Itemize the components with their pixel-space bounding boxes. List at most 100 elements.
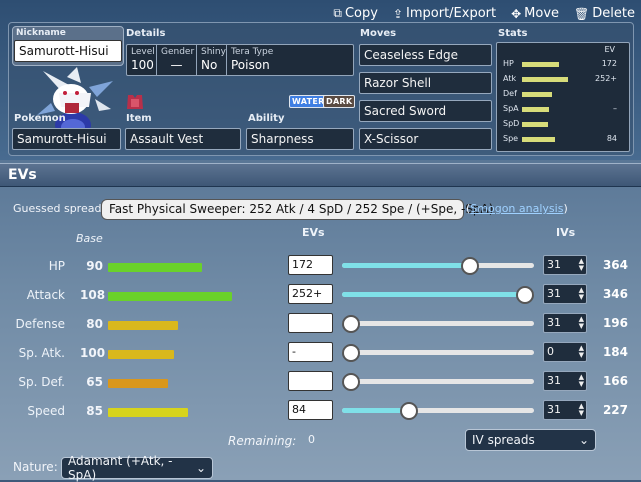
ability-input[interactable]: Sharpness — [246, 128, 354, 150]
tera-type-label: Tera Type — [231, 47, 274, 57]
stat-name: Sp. Atk. — [18, 346, 65, 360]
iv-input[interactable]: 31 ▲ ▼ — [543, 400, 587, 420]
move-3-input[interactable]: Sacred Sword — [359, 100, 492, 122]
ev-slider[interactable] — [342, 402, 534, 420]
smogon-paren-close: ) — [563, 202, 568, 215]
type-badge-water: WATER — [289, 95, 328, 108]
stat-summary-name: Spe — [503, 134, 519, 143]
base-stat-bar — [108, 321, 178, 330]
evs-column-header: EVs — [302, 226, 325, 239]
stat-summary-row: Atk 252+ — [497, 72, 631, 86]
stat-summary-bar — [522, 122, 548, 127]
shiny-label: Shiny — [201, 47, 226, 57]
assault-vest-item-icon — [127, 95, 143, 109]
spinner-icon[interactable]: ▲ ▼ — [579, 403, 584, 417]
ev-slider-handle[interactable] — [461, 257, 479, 275]
iv-input[interactable]: 31 ▲ ▼ — [543, 284, 587, 304]
import-export-button[interactable]: ⇪ Import/Export — [393, 6, 496, 21]
iv-input[interactable]: 31 ▲ ▼ — [543, 255, 587, 275]
base-stat-value: 65 — [86, 375, 103, 389]
pokemon-input[interactable]: Samurott-Hisui — [12, 128, 121, 150]
stat-row: Speed 85 84 31 ▲ ▼ 227 — [0, 398, 641, 427]
ev-input[interactable]: - — [288, 342, 333, 362]
smogon-analysis-link[interactable]: Smogon analysis — [470, 202, 563, 215]
spinner-icon[interactable]: ▲ ▼ — [579, 287, 584, 301]
iv-input[interactable]: 31 ▲ ▼ — [543, 313, 587, 333]
move-2-input[interactable]: Razor Shell — [359, 72, 492, 94]
ev-slider-handle[interactable] — [400, 402, 418, 420]
stat-summary-bar — [522, 62, 559, 67]
nickname-input[interactable]: Samurott-Hisui — [14, 40, 122, 62]
evs-panel-header: EVs — [0, 163, 641, 187]
ev-slider[interactable] — [342, 344, 534, 362]
stat-row: Sp. Atk. 100 - 0 ▲ ▼ 184 — [0, 340, 641, 369]
ev-slider-handle[interactable] — [342, 373, 360, 391]
chevron-down-icon: ⌄ — [195, 461, 206, 475]
guessed-spread-select[interactable]: Fast Physical Sweeper: 252 Atk / 4 SpD /… — [101, 199, 493, 220]
ev-input[interactable]: 252+ — [288, 284, 333, 304]
item-label: Item — [126, 113, 152, 124]
iv-input[interactable]: 31 ▲ ▼ — [543, 371, 587, 391]
spinner-icon[interactable]: ▲ ▼ — [579, 345, 584, 359]
ev-slider-handle[interactable] — [342, 344, 360, 362]
pokemon-set-box: Nickname Samurott-Hisui Details Level 10… — [8, 22, 634, 156]
stat-row: HP 90 172 31 ▲ ▼ 364 — [0, 253, 641, 282]
ev-slider[interactable] — [342, 373, 534, 391]
ability-label: Ability — [248, 113, 285, 124]
iv-value: 31 — [547, 403, 561, 416]
ev-input[interactable] — [288, 313, 333, 333]
ev-slider-fill — [342, 263, 470, 268]
smogon-analysis-wrapper: (Smogon analysis) — [466, 202, 568, 215]
nature-select[interactable]: Adamant (+Atk, -SpA) ⌄ — [61, 454, 213, 482]
stat-name: Defense — [15, 317, 65, 331]
spinner-icon[interactable]: ▲ ▼ — [579, 374, 584, 388]
move-4-input[interactable]: X-Scissor — [359, 128, 492, 150]
delete-button[interactable]: 🗑 Delete — [574, 6, 635, 21]
shiny-cell: Shiny No — [197, 45, 227, 75]
base-stat-value: 80 — [86, 317, 103, 331]
iv-value: 31 — [547, 374, 561, 387]
move-button[interactable]: ✥ Move — [511, 6, 559, 21]
stat-total: 166 — [602, 374, 628, 388]
ev-slider-fill — [342, 408, 409, 413]
stat-name: Sp. Def. — [18, 375, 65, 389]
evs-panel-title: EVs — [8, 167, 37, 183]
item-input[interactable]: Assault Vest — [125, 128, 241, 150]
spinner-icon[interactable]: ▲ ▼ — [579, 258, 584, 272]
stat-total: 346 — [602, 287, 628, 301]
type-badge-dark: DARK — [323, 95, 356, 108]
stat-summary-ev: 172 — [601, 59, 617, 68]
ev-slider[interactable] — [342, 257, 534, 275]
stat-name: Speed — [27, 404, 65, 418]
ev-input[interactable]: 84 — [288, 400, 333, 420]
level-label: Level — [131, 47, 155, 57]
iv-value: 0 — [547, 345, 554, 358]
base-column-header: Base — [76, 232, 103, 245]
spinner-icon[interactable]: ▲ ▼ — [579, 316, 584, 330]
delete-label: Delete — [592, 6, 635, 21]
iv-spreads-select[interactable]: IV spreads ⌄ — [465, 429, 596, 451]
ev-slider-handle[interactable] — [342, 315, 360, 333]
stats-summary-button[interactable]: EV HP 172 Atk 252+ Def SpA – SpD Spe 84 — [496, 42, 630, 152]
stat-summary-ev: 252+ — [595, 74, 617, 83]
iv-input[interactable]: 0 ▲ ▼ — [543, 342, 587, 362]
base-stat-bar — [108, 408, 188, 417]
move-1-input[interactable]: Ceaseless Edge — [359, 44, 492, 66]
nature-value: Adamant (+Atk, -SpA) — [68, 454, 173, 482]
ev-slider[interactable] — [342, 315, 534, 333]
stat-summary-ev: 84 — [606, 134, 617, 143]
stat-total: 364 — [602, 258, 628, 272]
details-label: Details — [126, 28, 166, 39]
ev-slider[interactable] — [342, 286, 534, 304]
stat-summary-name: SpA — [503, 104, 519, 113]
copy-button[interactable]: ⧉ Copy — [333, 6, 378, 21]
ev-slider-handle[interactable] — [516, 286, 534, 304]
details-box[interactable]: Level 100 Gender — Shiny No Tera Type Po… — [126, 44, 354, 76]
stat-summary-bar — [522, 92, 552, 97]
base-stat-value: 108 — [80, 288, 106, 302]
ev-input[interactable] — [288, 371, 333, 391]
ev-input[interactable]: 172 — [288, 255, 333, 275]
stat-row: Sp. Def. 65 31 ▲ ▼ 166 — [0, 369, 641, 398]
gender-value: — — [170, 58, 183, 72]
base-stat-bar — [108, 379, 168, 388]
